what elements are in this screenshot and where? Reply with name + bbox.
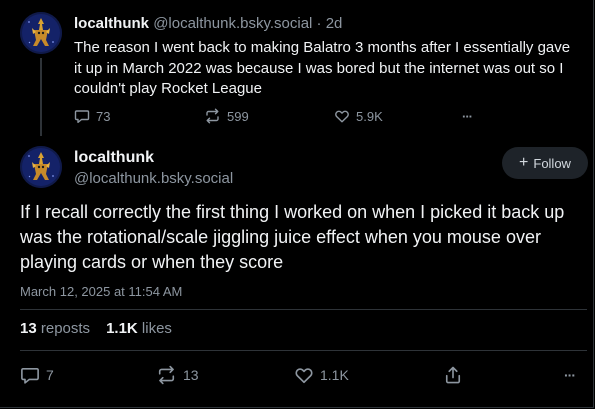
like-count: 1.1K bbox=[320, 367, 349, 383]
reposts-stat[interactable]: 13 reposts bbox=[20, 320, 90, 337]
author-block: localthunk @localthunk.bsky.social bbox=[74, 147, 233, 189]
reply-button[interactable]: 7 bbox=[20, 363, 54, 387]
repost-button[interactable]: 13 bbox=[156, 363, 199, 387]
more-icon: ··· bbox=[462, 108, 473, 124]
reposts-stat-label: reposts bbox=[40, 320, 91, 337]
plus-icon: + bbox=[519, 154, 529, 171]
post-thread-view: localthunk @localthunk.bsky.social · 2d … bbox=[0, 0, 594, 408]
post-text: If I recall correctly the first thing I … bbox=[20, 202, 565, 272]
repost-icon bbox=[206, 108, 219, 124]
post-stats: 13 reposts 1.1K likes bbox=[20, 320, 172, 337]
reply-button[interactable]: 73 bbox=[74, 106, 110, 126]
follow-button[interactable]: + Follow bbox=[502, 147, 588, 179]
reply-icon bbox=[21, 367, 39, 384]
repost-icon bbox=[158, 365, 175, 385]
avatar[interactable] bbox=[20, 146, 62, 188]
more-button[interactable]: ··· bbox=[564, 363, 576, 387]
likes-stat-count: 1.1K bbox=[106, 320, 138, 337]
post-age[interactable]: 2d bbox=[326, 15, 343, 32]
more-icon: ··· bbox=[564, 367, 576, 383]
heart-icon bbox=[295, 368, 313, 384]
avatar[interactable] bbox=[20, 12, 62, 54]
post-timestamp[interactable]: March 12, 2025 at 11:54 AM bbox=[20, 284, 182, 299]
likes-stat-label: likes bbox=[141, 320, 172, 337]
heart-icon bbox=[335, 110, 349, 123]
share-icon bbox=[445, 366, 461, 384]
display-name[interactable]: localthunk bbox=[74, 147, 233, 169]
divider bbox=[20, 350, 587, 351]
post-actions: 73 599 5.9K ··· bbox=[74, 106, 494, 126]
like-count: 5.9K bbox=[356, 108, 383, 124]
follow-label: Follow bbox=[533, 155, 571, 171]
parent-post[interactable]: localthunk @localthunk.bsky.social · 2d … bbox=[0, 0, 593, 136]
reposts-stat-count: 13 bbox=[20, 320, 37, 337]
reply-count: 73 bbox=[96, 108, 111, 124]
avatar-image bbox=[20, 146, 62, 188]
share-button[interactable] bbox=[443, 363, 463, 387]
repost-count: 13 bbox=[183, 367, 199, 383]
post-text: The reason I went back to making Balatro… bbox=[74, 39, 571, 97]
repost-button[interactable]: 599 bbox=[204, 106, 249, 126]
repost-count: 599 bbox=[227, 108, 249, 124]
like-button[interactable]: 5.9K bbox=[334, 106, 383, 126]
reply-icon bbox=[74, 110, 90, 123]
avatar-image bbox=[20, 12, 62, 54]
more-button[interactable]: ··· bbox=[462, 106, 473, 126]
divider bbox=[20, 309, 587, 310]
like-button[interactable]: 1.1K bbox=[294, 363, 349, 387]
thread-line bbox=[40, 58, 42, 136]
post-header: localthunk @localthunk.bsky.social · 2d bbox=[74, 14, 342, 34]
post-actions: 7 13 1.1K ··· bbox=[20, 363, 587, 387]
reply-count: 7 bbox=[46, 367, 54, 383]
handle[interactable]: @localthunk.bsky.social bbox=[153, 15, 312, 32]
display-name[interactable]: localthunk bbox=[74, 15, 149, 32]
likes-stat[interactable]: 1.1K likes bbox=[106, 320, 172, 337]
handle[interactable]: @localthunk.bsky.social bbox=[74, 169, 233, 189]
separator: · bbox=[316, 15, 322, 32]
